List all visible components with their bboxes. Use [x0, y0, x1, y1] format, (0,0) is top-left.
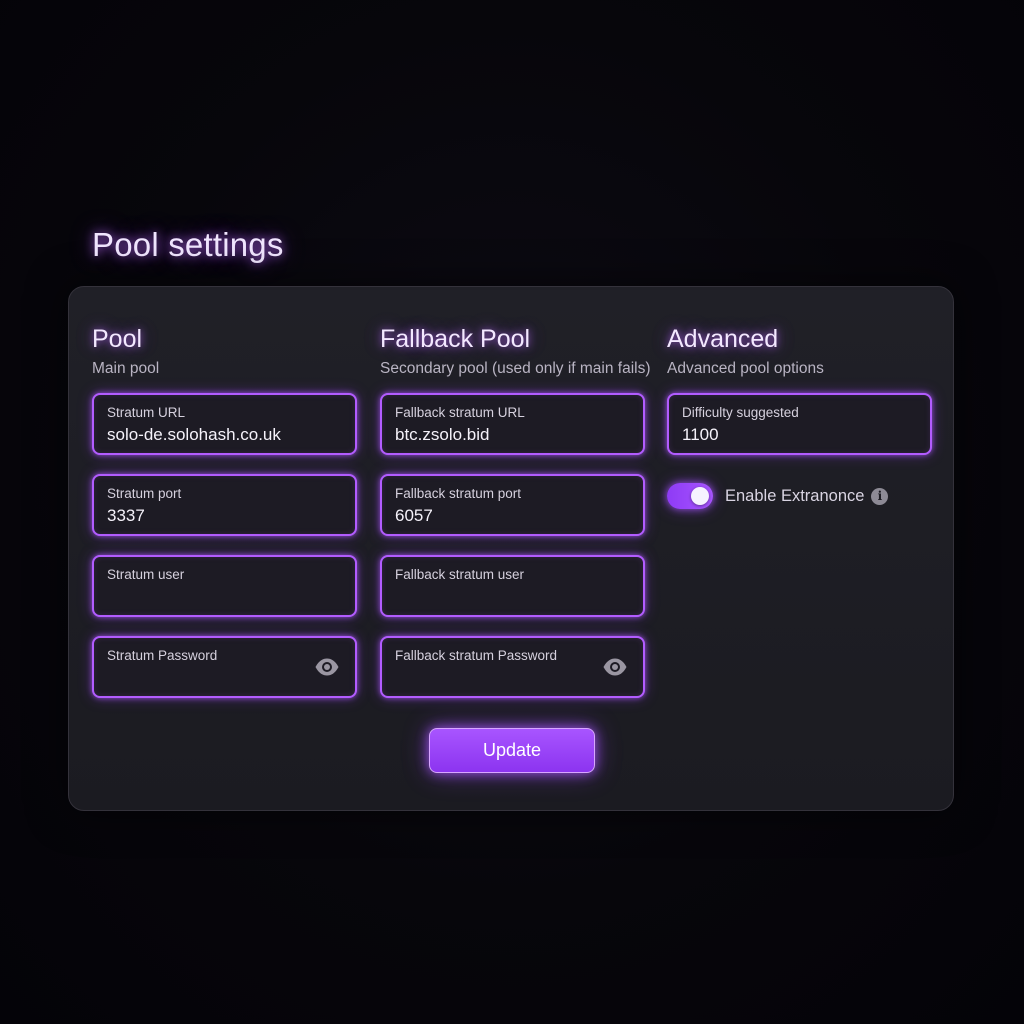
stratum-url-input[interactable] [107, 424, 307, 446]
update-button[interactable]: Update [429, 728, 595, 773]
stratum-port-label: Stratum port [107, 486, 182, 501]
fallback-stratum-user-field[interactable]: Fallback stratum user [380, 555, 645, 617]
advanced-section-subtitle: Advanced pool options [667, 360, 824, 377]
eye-icon[interactable] [602, 657, 628, 677]
stratum-port-field[interactable]: Stratum port [92, 474, 357, 536]
fallback-stratum-url-input[interactable] [395, 424, 595, 446]
fallback-section-title: Fallback Pool [380, 325, 531, 353]
pool-section: Pool Main pool [92, 324, 358, 380]
extranonce-label: Enable Extranonce [725, 486, 865, 505]
advanced-section: Advanced Advanced pool options [667, 324, 933, 380]
fallback-stratum-password-label: Fallback stratum Password [395, 648, 558, 663]
stratum-url-label: Stratum URL [107, 405, 186, 420]
toggle-knob [691, 487, 709, 505]
difficulty-input[interactable] [682, 424, 882, 446]
advanced-section-title: Advanced [667, 325, 779, 353]
stratum-password-input[interactable] [107, 667, 307, 689]
fallback-stratum-port-field[interactable]: Fallback stratum port [380, 474, 645, 536]
stratum-password-label: Stratum Password [107, 648, 218, 663]
eye-icon[interactable] [314, 657, 340, 677]
difficulty-field[interactable]: Difficulty suggested [667, 393, 932, 455]
fallback-stratum-user-input[interactable] [395, 586, 595, 608]
stratum-password-field[interactable]: Stratum Password [92, 636, 357, 698]
info-icon[interactable]: i [871, 487, 889, 505]
fallback-stratum-password-input[interactable] [395, 667, 595, 689]
stratum-user-label: Stratum user [107, 567, 185, 582]
pool-section-title: Pool [92, 325, 143, 353]
fallback-pool-section: Fallback Pool Secondary pool (used only … [380, 324, 651, 380]
page: Pool settings Pool Main pool Stratum URL… [0, 0, 1024, 1024]
fallback-stratum-url-label: Fallback stratum URL [395, 405, 525, 420]
fallback-stratum-port-input[interactable] [395, 505, 595, 527]
stratum-user-input[interactable] [107, 586, 307, 608]
extranonce-row: Enable Extranonce i [667, 481, 889, 511]
fallback-section-subtitle: Secondary pool (used only if main fails) [380, 360, 651, 377]
stratum-port-input[interactable] [107, 505, 307, 527]
fallback-stratum-user-label: Fallback stratum user [395, 567, 525, 582]
difficulty-label: Difficulty suggested [682, 405, 799, 420]
fallback-stratum-password-field[interactable]: Fallback stratum Password [380, 636, 645, 698]
fallback-stratum-port-label: Fallback stratum port [395, 486, 522, 501]
stratum-user-field[interactable]: Stratum user [92, 555, 357, 617]
pool-section-subtitle: Main pool [92, 360, 160, 377]
stratum-url-field[interactable]: Stratum URL [92, 393, 357, 455]
extranonce-toggle[interactable] [667, 483, 713, 509]
fallback-stratum-url-field[interactable]: Fallback stratum URL [380, 393, 645, 455]
page-title: Pool settings [92, 226, 284, 263]
